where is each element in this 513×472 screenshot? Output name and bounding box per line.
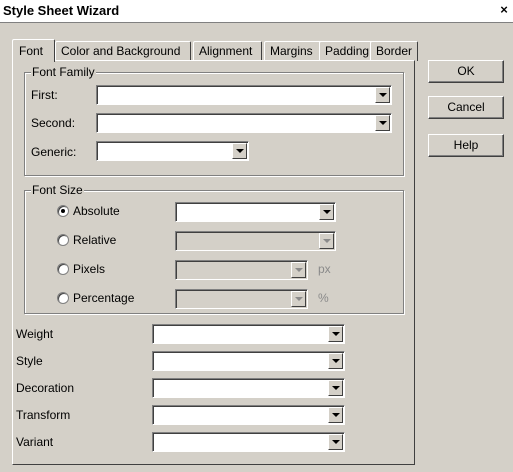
second-font-select[interactable] [96,113,392,133]
relative-size-select[interactable] [175,231,336,251]
dialog-body: Font Color and Background Alignment Marg… [0,22,513,472]
help-button[interactable]: Help [428,134,504,157]
tab-label: Border [376,44,413,58]
chevron-down-icon[interactable] [291,262,306,278]
second-font-label: Second: [31,116,76,130]
tab-label: Margins [270,44,313,58]
relative-label: Relative [73,233,117,247]
generic-font-select[interactable] [96,141,249,161]
font-tab-panel: Font Family First: Second: Generic: Font… [12,60,415,465]
font-family-group: Font Family First: Second: Generic: [24,65,404,176]
tab-font[interactable]: Font [12,39,55,62]
close-icon[interactable]: × [497,2,511,18]
generic-font-label: Generic: [31,145,77,159]
chevron-down-icon[interactable] [328,434,343,450]
pixels-size-select[interactable] [175,260,308,280]
tab-border[interactable]: Border [370,41,418,61]
variant-select[interactable] [152,432,345,452]
title-bar: Style Sheet Wizard × [0,0,513,22]
absolute-radio[interactable] [57,205,69,217]
first-font-select[interactable] [96,85,392,105]
chevron-down-icon[interactable] [291,291,306,307]
tab-padding[interactable]: Padding [319,41,377,61]
style-label: Style [16,354,43,368]
relative-radio[interactable] [57,234,69,246]
percentage-radio[interactable] [57,292,69,304]
pixels-radio[interactable] [57,263,69,275]
tab-label: Font [19,44,44,58]
chevron-down-icon[interactable] [375,115,390,131]
decoration-label: Decoration [16,381,75,395]
percentage-label: Percentage [73,291,135,305]
font-family-group-label: Font Family [31,65,96,79]
percent-unit-label: % [318,291,329,305]
tab-label: Color and Background [61,44,181,58]
chevron-down-icon[interactable] [319,204,334,220]
tab-color-and-background[interactable]: Color and Background [55,41,191,61]
cancel-button[interactable]: Cancel [428,96,504,119]
percentage-size-select[interactable] [175,289,308,309]
absolute-label: Absolute [73,204,120,218]
chevron-down-icon[interactable] [328,407,343,423]
tab-label: Alignment [199,44,253,58]
window-title: Style Sheet Wizard [3,3,120,18]
first-font-label: First: [31,88,58,102]
variant-label: Variant [16,435,54,449]
px-unit-label: px [318,262,331,276]
chevron-down-icon[interactable] [328,380,343,396]
transform-select[interactable] [152,405,345,425]
pixels-label: Pixels [73,262,106,276]
tab-margins[interactable]: Margins [264,41,322,61]
weight-select[interactable] [152,324,345,344]
weight-label: Weight [16,327,54,341]
chevron-down-icon[interactable] [328,353,343,369]
tab-alignment[interactable]: Alignment [193,41,262,61]
decoration-select[interactable] [152,378,345,398]
tab-label: Padding [325,44,370,58]
chevron-down-icon[interactable] [232,143,247,159]
font-size-group-label: Font Size [31,183,84,197]
chevron-down-icon[interactable] [319,233,334,249]
chevron-down-icon[interactable] [375,87,390,103]
chevron-down-icon[interactable] [328,326,343,342]
ok-button[interactable]: OK [428,60,504,83]
style-select[interactable] [152,351,345,371]
font-size-group: Font Size Absolute Relative Pixels px Pe… [24,183,404,314]
absolute-size-select[interactable] [175,202,336,222]
transform-label: Transform [16,408,71,422]
